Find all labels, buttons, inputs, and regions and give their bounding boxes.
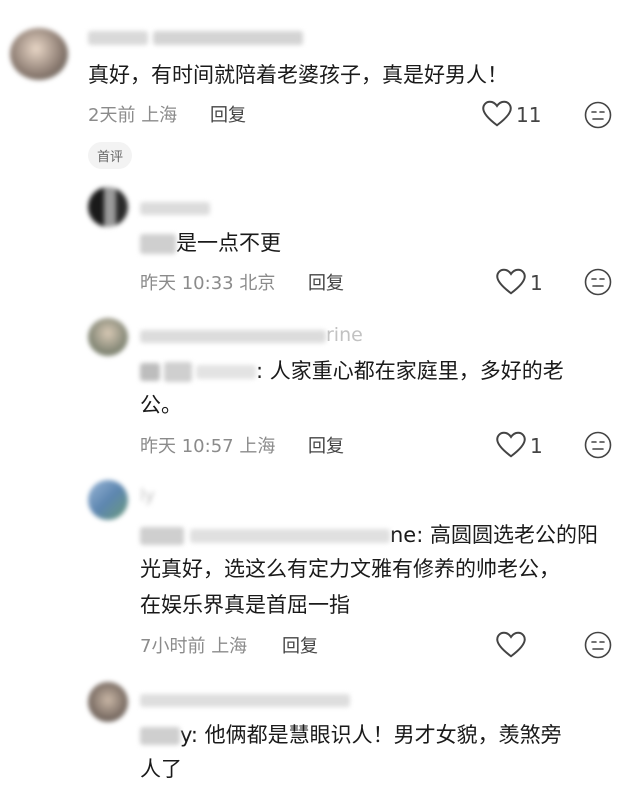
commenter-name[interactable] xyxy=(140,198,210,218)
neutral-face-icon xyxy=(584,431,612,459)
comment-time: 7小时前 xyxy=(140,636,206,657)
comment-location: 上海 xyxy=(141,105,178,126)
comment-text: ne: 高圆圆选老公的阳 xyxy=(140,518,598,552)
heart-outline-icon xyxy=(496,631,526,658)
reply-button[interactable]: 回复 xyxy=(210,101,246,127)
heart-outline-icon xyxy=(496,268,526,295)
like-count: 11 xyxy=(516,103,542,127)
emoji-react-button[interactable] xyxy=(584,101,612,133)
comment-text-continued: 光真好，选这么有定力文雅有修养的帅老公， xyxy=(140,557,560,581)
comment-text-continued: 公。 xyxy=(140,393,182,417)
like-count: 1 xyxy=(530,434,543,458)
neutral-face-icon xyxy=(584,268,612,296)
comment-location: 上海 xyxy=(211,636,248,657)
comment-time: 2天前 xyxy=(88,105,136,126)
comment-time: 昨天 10:33 xyxy=(140,273,234,294)
comment-text-continued: 人了 xyxy=(140,757,182,781)
comment-text: y: 他俩都是慧眼识人！男才女貌，羡煞旁 xyxy=(140,718,562,752)
commenter-name[interactable] xyxy=(88,28,304,48)
comment-text: 是一点不更 xyxy=(140,226,281,260)
comment-meta: 7小时前 上海 xyxy=(140,632,247,658)
comment-text-continued: 在娱乐界真是首屈一指 xyxy=(140,593,350,617)
avatar[interactable] xyxy=(88,187,128,227)
commenter-name[interactable]: rine xyxy=(140,324,363,346)
comment-text: 真好，有时间就陪着老婆孩子，真是好男人！ xyxy=(88,63,508,87)
reply-button[interactable]: 回复 xyxy=(282,632,318,658)
heart-outline-icon xyxy=(496,431,526,458)
heart-outline-icon xyxy=(482,100,512,127)
emoji-react-button[interactable] xyxy=(584,268,612,300)
comment-location: 上海 xyxy=(239,436,276,457)
reply-button[interactable]: 回复 xyxy=(308,432,344,458)
avatar[interactable] xyxy=(88,318,128,356)
comment-time: 昨天 10:57 xyxy=(140,436,234,457)
like-button[interactable] xyxy=(496,631,532,661)
avatar[interactable] xyxy=(10,28,68,80)
commenter-name[interactable] xyxy=(140,690,350,710)
avatar[interactable] xyxy=(88,480,128,520)
neutral-face-icon xyxy=(584,101,612,129)
comment-meta: 昨天 10:33 北京 xyxy=(140,269,275,295)
comment-meta: 昨天 10:57 上海 xyxy=(140,432,275,458)
comment-meta: 2天前 上海 xyxy=(88,101,177,127)
neutral-face-icon xyxy=(584,631,612,659)
reply-button[interactable]: 回复 xyxy=(308,269,344,295)
comment-location: 北京 xyxy=(239,273,276,294)
avatar[interactable] xyxy=(88,682,128,722)
emoji-react-button[interactable] xyxy=(584,631,612,663)
commenter-name[interactable]: ly xyxy=(140,486,155,506)
comment-text: : 人家重心都在家庭里，多好的老 xyxy=(140,354,564,388)
first-comment-badge: 首评 xyxy=(88,142,133,169)
emoji-react-button[interactable] xyxy=(584,431,612,463)
like-count: 1 xyxy=(530,271,543,295)
